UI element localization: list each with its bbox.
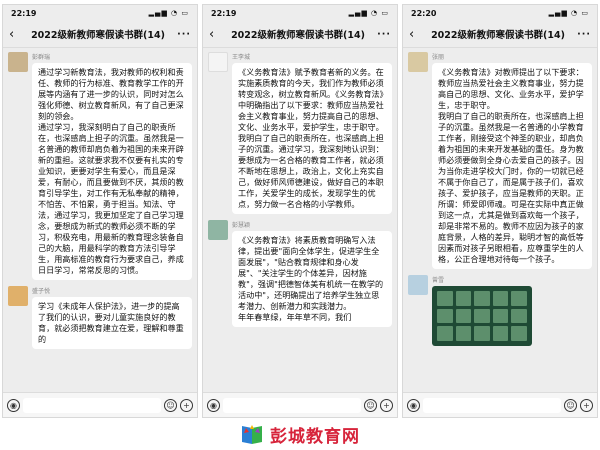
input-bar: ◉ ☺ + [203,392,397,417]
emoji-icon[interactable]: ☺ [364,398,377,412]
phone-screenshot-1: 22:19 ▂▄▆ ◔ ▭ ‹ 2022级新教师寒假读书群(14) ··· 彭群… [2,4,198,418]
more-options-icon[interactable]: ··· [575,29,591,40]
sender-name: 盛子悦 [32,288,51,295]
avatar[interactable] [208,220,228,240]
message-input[interactable] [23,397,161,413]
shared-photo[interactable] [432,286,532,346]
message-bubble[interactable]: 《义务教育法》对教师提出了以下要求：教师应当热爱社会主义教育事业，努力提高自己的… [432,63,592,269]
back-arrow-icon[interactable]: ‹ [409,27,421,42]
message-bubble[interactable]: 通过学习新教育法，我对教师的权利和责任、教师的行为标准、教育教学工作的开展等内涵… [32,63,192,280]
signal-wifi-battery-icon: ▂▄▆ ◔ ▭ [548,9,589,17]
input-bar: ◉ ☺ + [403,392,597,417]
input-bar: ◉ ☺ + [3,392,197,417]
avatar[interactable] [8,286,28,306]
status-time: 22:20 [411,8,437,18]
plus-icon[interactable]: + [180,398,193,412]
emoji-icon[interactable]: ☺ [164,398,177,412]
message: 彭群瑞 通过学习新教育法，我对教师的权利和责任、教师的行为标准、教育教学工作的开… [8,52,192,280]
sender-name: 曾雪 [432,277,445,284]
chat-messages[interactable]: 彭群瑞 通过学习新教育法，我对教师的权利和责任、教师的行为标准、教育教学工作的开… [3,48,197,393]
phone-screenshot-2: 22:19 ▂▄▆ ◔ ▭ ‹ 2022级新教师寒假读书群(14) ··· 王李… [202,4,398,418]
chat-messages[interactable]: 王李城 《义务教育法》赋予教育者新的义务。在实施素质教育的今天，我们作为教师必须… [203,48,397,393]
message: 曾雪 [408,275,592,346]
sender-name: 彭群瑞 [32,54,51,61]
avatar[interactable] [408,275,428,295]
open-book-logo-icon [242,425,262,444]
status-bar: 22:20 ▂▄▆ ◔ ▭ [403,5,597,21]
message: 张丽 《义务教育法》对教师提出了以下要求：教师应当热爱社会主义教育事业，努力提高… [408,52,592,269]
message: 王李城 《义务教育法》赋予教育者新的义务。在实施素质教育的今天，我们作为教师必须… [208,52,392,214]
voice-icon[interactable]: ◉ [407,398,420,412]
message-bubble[interactable]: 《义务教育法》将素质教育明确写入法律，提出要"面向全体学生，促进学生全面发展"，… [232,231,392,327]
message-input[interactable] [223,397,361,413]
group-title: 2022级新教师寒假读书群(14) [431,30,565,41]
voice-icon[interactable]: ◉ [207,398,220,412]
sender-name: 王李城 [232,54,251,61]
message-bubble[interactable]: 学习《未成年人保护法》，进一步的提高了我们的认识，要对儿童实施良好的教育，就必须… [32,297,192,349]
sender-name: 彭慧颖 [232,222,251,229]
site-brand: 彭城教育网 [0,422,600,447]
message: 盛子悦 学习《未成年人保护法》，进一步的提高了我们的认识，要对儿童实施良好的教育… [8,286,192,349]
avatar[interactable] [208,52,228,72]
phone-screenshot-3: 22:20 ▂▄▆ ◔ ▭ ‹ 2022级新教师寒假读书群(14) ··· 张丽… [402,4,598,418]
brand-name: 彭城教育网 [270,426,360,447]
status-time: 22:19 [11,8,37,18]
message-input[interactable] [423,397,561,413]
message-bubble[interactable]: 《义务教育法》赋予教育者新的义务。在实施素质教育的今天，我们作为教师必须转变观念… [232,63,392,214]
group-title: 2022级新教师寒假读书群(14) [231,30,365,41]
plus-icon[interactable]: + [380,398,393,412]
signal-wifi-battery-icon: ▂▄▆ ◔ ▭ [148,9,189,17]
status-bar: 22:19 ▂▄▆ ◔ ▭ [203,5,397,21]
chat-header: ‹ 2022级新教师寒假读书群(14) ··· [3,21,197,48]
voice-icon[interactable]: ◉ [7,398,20,412]
avatar[interactable] [408,52,428,72]
message: 彭慧颖 《义务教育法》将素质教育明确写入法律，提出要"面向全体学生，促进学生全面… [208,220,392,327]
avatar[interactable] [8,52,28,72]
emoji-icon[interactable]: ☺ [564,398,577,412]
group-title: 2022级新教师寒假读书群(14) [31,30,165,41]
more-options-icon[interactable]: ··· [175,29,191,40]
back-arrow-icon[interactable]: ‹ [9,27,21,42]
chat-header: ‹ 2022级新教师寒假读书群(14) ··· [203,21,397,48]
signal-wifi-battery-icon: ▂▄▆ ◔ ▭ [348,9,389,17]
back-arrow-icon[interactable]: ‹ [209,27,221,42]
chat-messages[interactable]: 张丽 《义务教育法》对教师提出了以下要求：教师应当热爱社会主义教育事业，努力提高… [403,48,597,393]
status-bar: 22:19 ▂▄▆ ◔ ▭ [3,5,197,21]
status-time: 22:19 [211,8,237,18]
plus-icon[interactable]: + [580,398,593,412]
chat-header: ‹ 2022级新教师寒假读书群(14) ··· [403,21,597,48]
sender-name: 张丽 [432,54,445,61]
more-options-icon[interactable]: ··· [375,29,391,40]
